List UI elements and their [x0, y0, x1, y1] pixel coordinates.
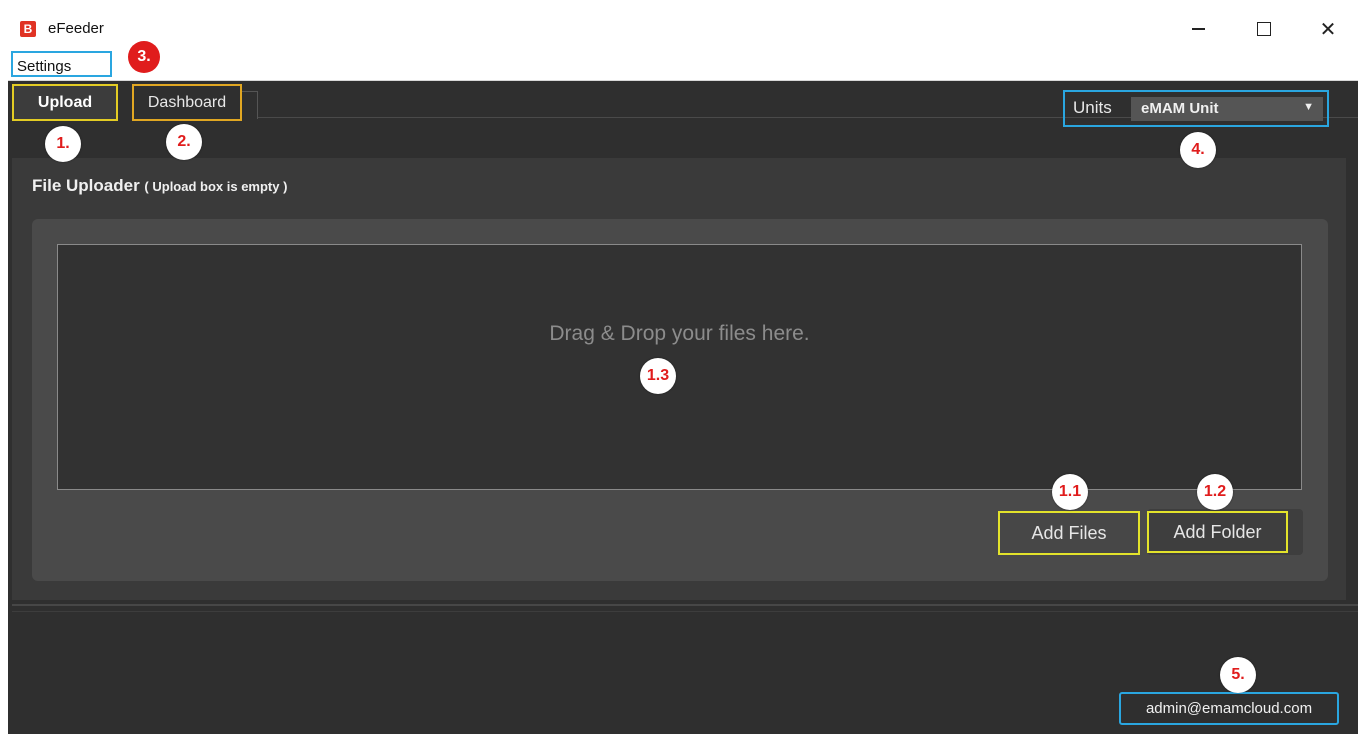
upload-box: Drag & Drop your files here. Add Files A…: [32, 219, 1328, 581]
add-folder-button[interactable]: Add Folder: [1147, 509, 1303, 555]
units-label: Units: [1073, 98, 1112, 117]
user-email: admin@emamcloud.com: [1145, 700, 1313, 717]
annotation-marker-add-files: 1.1: [1052, 474, 1088, 510]
file-uploader-heading: File Uploader: [32, 176, 140, 195]
dropdown-caret-icon: ▼: [1303, 101, 1314, 113]
footer-divider-secondary: [12, 611, 1358, 612]
tab-upload[interactable]: Upload: [12, 84, 118, 121]
footer-divider: [12, 604, 1358, 606]
tab-strip-edge: [242, 91, 258, 119]
upload-status-text: ( Upload box is empty ): [144, 179, 288, 194]
file-uploader-title: File Uploader ( Upload box is empty ): [32, 176, 287, 196]
annotation-marker-units: 4.: [1180, 132, 1216, 168]
annotation-marker-drop-zone: 1.3: [640, 358, 676, 394]
efeeder-window: B eFeeder ✕ Settings Upload Dashboard Un…: [8, 8, 1358, 734]
close-icon: ✕: [1319, 18, 1337, 41]
add-files-button[interactable]: Add Files: [998, 511, 1140, 555]
minimize-button[interactable]: [1176, 14, 1220, 44]
menu-bar: Settings: [8, 48, 1358, 81]
annotation-marker-settings: 3.: [128, 41, 160, 73]
annotation-marker-user: 5.: [1220, 657, 1256, 693]
drop-zone-text: Drag & Drop your files here.: [549, 322, 810, 345]
annotation-marker-upload: 1.: [45, 126, 81, 162]
title-bar: B eFeeder ✕: [8, 8, 1358, 48]
file-uploader-panel: File Uploader ( Upload box is empty ) Dr…: [12, 158, 1346, 600]
settings-menu[interactable]: Settings: [11, 51, 112, 77]
maximize-button[interactable]: [1242, 14, 1286, 44]
user-account[interactable]: admin@emamcloud.com: [1119, 692, 1339, 725]
drop-zone[interactable]: Drag & Drop your files here.: [57, 244, 1302, 490]
window-title: eFeeder: [48, 20, 104, 37]
add-folder-label: Add Folder: [1147, 511, 1288, 553]
minimize-icon: [1191, 28, 1205, 30]
tab-dashboard[interactable]: Dashboard: [132, 84, 242, 121]
maximize-icon: [1257, 22, 1271, 36]
close-button[interactable]: ✕: [1306, 14, 1350, 44]
units-selected-value: eMAM Unit: [1141, 100, 1219, 117]
annotation-marker-add-folder: 1.2: [1197, 474, 1233, 510]
annotation-marker-dashboard: 2.: [166, 124, 202, 160]
app-logo-icon: B: [20, 21, 36, 37]
units-dropdown[interactable]: eMAM Unit ▼: [1131, 97, 1323, 121]
units-selector: Units eMAM Unit ▼: [1063, 90, 1329, 127]
